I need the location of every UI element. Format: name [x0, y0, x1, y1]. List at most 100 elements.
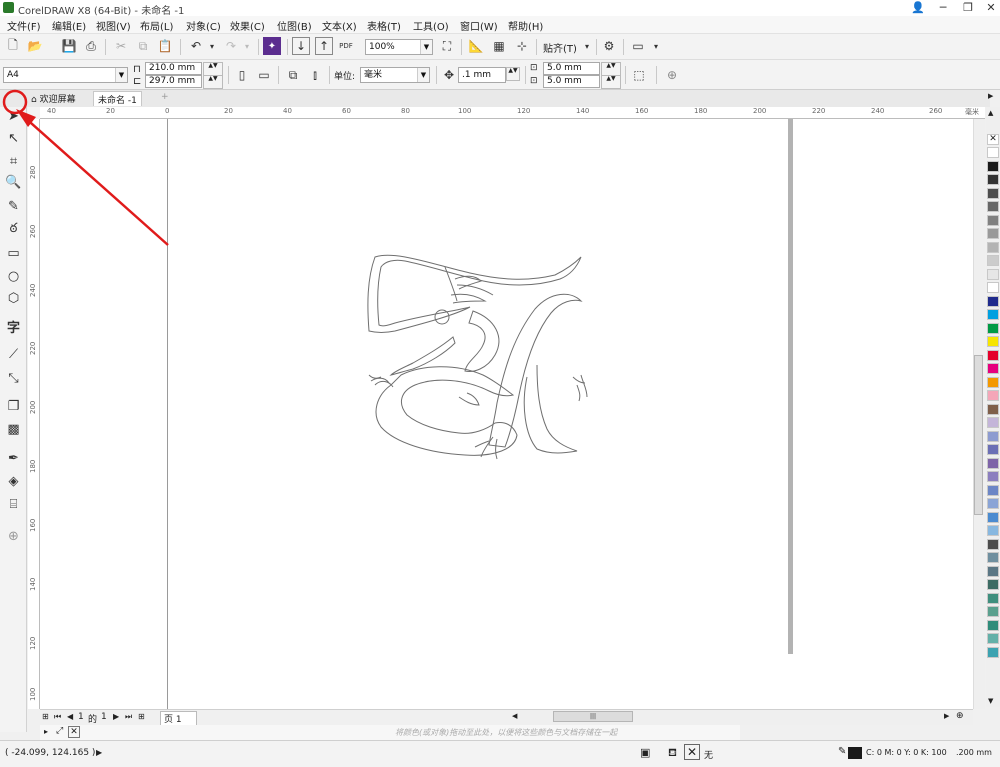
hscroll-right-icon[interactable]: ▶	[944, 712, 949, 720]
new-document-icon[interactable]: 🗋	[4, 37, 22, 55]
color-swatch[interactable]	[987, 606, 999, 617]
page-tab-1[interactable]: 页 1	[160, 711, 197, 726]
hscroll-left-icon[interactable]: ◀	[512, 712, 517, 720]
color-swatch[interactable]	[987, 322, 999, 334]
menu-file[interactable]: 文件(F)	[7, 18, 41, 33]
menu-view[interactable]: 视图(V)	[96, 18, 131, 33]
palette-options-icon[interactable]: ▸	[44, 727, 48, 736]
add-page-before-icon[interactable]: ⊞	[42, 712, 49, 721]
cut-icon[interactable]: ✂	[112, 37, 130, 55]
dragon-outline-artwork[interactable]	[355, 245, 595, 465]
zoom-navigator-icon[interactable]: ⊕	[956, 711, 964, 721]
color-swatch[interactable]	[987, 160, 999, 172]
parallel-dimension-tool-icon[interactable]: ⟋	[4, 345, 23, 364]
add-tool-icon[interactable]: ⊕	[4, 527, 23, 546]
current-page-icon[interactable]: ⫾	[306, 66, 324, 84]
menu-table[interactable]: 表格(T)	[367, 18, 401, 33]
eyedropper-tool-icon[interactable]: ✒	[4, 449, 23, 468]
color-swatch[interactable]	[987, 255, 999, 266]
palette-scroll-up-icon[interactable]: ▲	[988, 109, 993, 117]
horizontal-scrollbar-thumb[interactable]: |||	[553, 711, 633, 722]
color-swatch[interactable]	[987, 147, 999, 158]
color-swatch[interactable]	[987, 646, 999, 658]
color-swatch[interactable]	[987, 214, 999, 226]
color-swatch[interactable]	[987, 417, 999, 428]
quick-customize-icon[interactable]: ⊕	[663, 66, 681, 84]
fill-none-swatch[interactable]: ✕	[684, 744, 700, 760]
portrait-icon[interactable]: ▯	[233, 66, 251, 84]
show-grid-icon[interactable]: ▦	[490, 37, 508, 55]
undo-dropdown-icon[interactable]: ▾	[203, 37, 221, 55]
color-swatch[interactable]	[987, 511, 999, 523]
color-swatch[interactable]	[987, 201, 999, 212]
color-swatch[interactable]	[987, 268, 999, 280]
text-tool-icon[interactable]: 字	[4, 317, 23, 336]
color-swatch[interactable]	[987, 579, 999, 590]
show-rulers-icon[interactable]: 📐	[467, 37, 485, 55]
color-proofing-icon[interactable]: ▣	[640, 746, 650, 759]
all-pages-icon[interactable]: ⧉	[284, 66, 302, 84]
duplicate-distance-y-input[interactable]: 5.0 mm	[543, 75, 600, 88]
page-width-input[interactable]: 210.0 mm	[145, 62, 202, 75]
units-dropdown-icon[interactable]: ▼	[417, 68, 429, 82]
dup-y-spinner[interactable]: ▲▼	[601, 75, 621, 89]
color-swatch[interactable]	[987, 174, 999, 185]
account-icon[interactable]: 👤	[905, 0, 931, 15]
options-gear-icon[interactable]: ⚙	[600, 37, 618, 55]
landscape-icon[interactable]: ▭	[255, 66, 273, 84]
color-swatch[interactable]	[987, 538, 999, 550]
smart-fill-tool-icon[interactable]: ⌸	[4, 495, 23, 514]
width-spinner[interactable]: ▲▼	[203, 62, 223, 76]
color-swatch[interactable]	[987, 241, 999, 253]
paste-icon[interactable]: 📋	[156, 37, 174, 55]
nudge-spinner[interactable]: ▲▼	[506, 67, 520, 81]
status-expand-icon[interactable]: ▶	[96, 748, 102, 757]
tab-scroll-right-icon[interactable]: ▶	[984, 91, 997, 106]
ellipse-tool-icon[interactable]: ○	[4, 267, 23, 286]
color-swatch[interactable]	[987, 336, 999, 347]
interactive-fill-tool-icon[interactable]: ◈	[4, 472, 23, 491]
color-swatch[interactable]	[987, 363, 999, 374]
print-icon[interactable]: ⎙	[82, 37, 100, 55]
palette-scroll-down-icon[interactable]: ▼	[988, 697, 993, 705]
redo-dropdown-icon[interactable]: ▾	[238, 37, 256, 55]
full-screen-preview-icon[interactable]: ⛶	[438, 37, 456, 55]
snap-dropdown-icon[interactable]: ▾	[578, 37, 596, 55]
color-swatch[interactable]	[987, 471, 999, 482]
color-swatch[interactable]	[987, 309, 999, 320]
paper-size-combo[interactable]: A4 ▼	[3, 67, 128, 83]
menu-bitmaps[interactable]: 位图(B)	[277, 18, 312, 33]
color-swatch[interactable]	[987, 403, 999, 415]
color-swatch[interactable]	[987, 633, 999, 644]
connector-tool-icon[interactable]: ⤡	[4, 369, 23, 388]
menu-edit[interactable]: 编辑(E)	[52, 18, 86, 33]
menu-help[interactable]: 帮助(H)	[508, 18, 543, 33]
nudge-distance-input[interactable]: .1 mm	[458, 67, 506, 83]
show-guidelines-icon[interactable]: ⊹	[513, 37, 531, 55]
add-page-after-icon[interactable]: ⊞	[138, 712, 145, 721]
zoom-level-combo[interactable]: 100% ▼	[365, 39, 433, 55]
publish-pdf-icon[interactable]: PDF	[337, 37, 355, 55]
horizontal-ruler[interactable]: 40 20 0 20 40 60 80 100 120 140 160 180 …	[40, 107, 985, 119]
eyedropper-icon[interactable]: ⤢	[56, 726, 63, 736]
no-color-swatch[interactable]: ✕	[987, 134, 999, 145]
minimize-button[interactable]: ─	[930, 0, 956, 15]
close-button[interactable]: ✕	[978, 0, 1000, 15]
previous-page-button[interactable]: ◀	[67, 712, 73, 721]
color-swatch[interactable]	[987, 295, 999, 307]
treat-as-filled-icon[interactable]: ⬚	[630, 66, 648, 84]
color-swatch[interactable]	[987, 430, 999, 442]
color-swatch[interactable]	[987, 525, 999, 536]
outline-color-swatch[interactable]	[848, 747, 862, 759]
next-page-button[interactable]: ▶	[113, 712, 119, 721]
export-icon[interactable]: ↑	[315, 37, 333, 55]
drop-shadow-tool-icon[interactable]: ❐	[4, 397, 23, 416]
menu-window[interactable]: 窗口(W)	[460, 18, 498, 33]
color-swatch[interactable]	[987, 457, 999, 469]
document-palette-bar[interactable]: ▸ ⤢ ✕ 将颜色(或对象)拖动至此处，以便将这些颜色与文档存储在一起	[40, 725, 740, 740]
launcher-dropdown-icon[interactable]: ▾	[647, 37, 665, 55]
color-swatch[interactable]	[987, 592, 999, 604]
search-content-icon[interactable]: ✦	[263, 37, 281, 55]
menu-object[interactable]: 对象(C)	[186, 18, 221, 33]
height-spinner[interactable]: ▲▼	[203, 75, 223, 89]
